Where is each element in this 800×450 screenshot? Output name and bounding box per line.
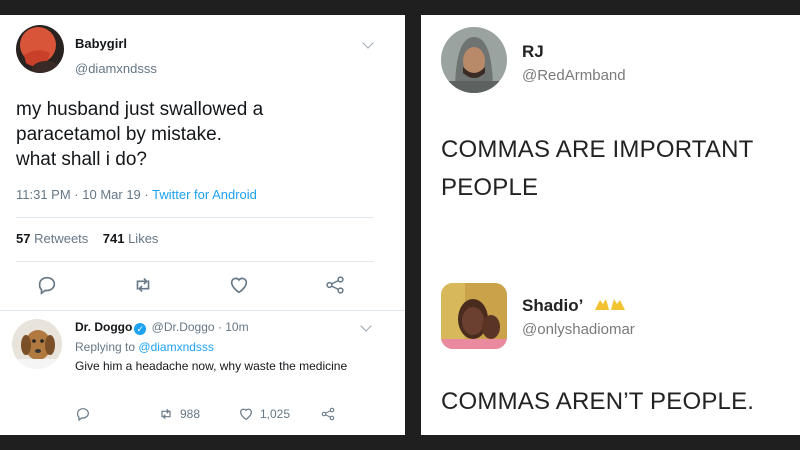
replying-to: Replying to @diamxndsss [75,340,214,354]
reply-icon[interactable] [36,274,58,296]
likes-stat[interactable]: 741 Likes [103,231,159,246]
reply-text: Give him a headache now, why waste the m… [75,359,348,373]
tweet-source[interactable]: Twitter for Android [152,187,257,202]
reply-share-button[interactable] [320,405,336,423]
left-screenshot-panel: Babygirl @diamxndsss my husband just swa… [0,15,405,435]
reply-like-button[interactable]: 1,025 [238,405,290,423]
tweet-text-line: COMMAS ARE IMPORTANT [441,136,754,163]
babygirl-avatar[interactable] [16,25,64,73]
reply-icon [77,408,89,422]
author-handle[interactable]: @diamxndsss [75,61,157,76]
retweet-icon [161,408,171,420]
reply-author-name[interactable]: Dr. Doggo [75,320,132,334]
divider [0,310,405,311]
retweets-stat[interactable]: 57 Retweets [16,231,88,246]
share-icon[interactable] [324,274,346,296]
tweet-text-line: my husband just swallowed a [16,99,264,120]
tweet-meta: 11:31 PM · 10 Mar 19 · Twitter for Andro… [16,187,257,202]
tweet-text-line: PEOPLE [441,174,539,201]
shadio-author-line: Shadio’ [522,296,627,317]
like-icon[interactable] [228,274,250,296]
like-icon [240,408,252,421]
rj-author-name[interactable]: RJ [522,42,544,62]
shadio-tweet-text: COMMAS AREN’T PEOPLE. [441,388,755,415]
retweet-icon[interactable] [132,274,154,296]
reply-author-handle[interactable]: @Dr.Doggo [152,320,215,334]
tweet-stats: 57 Retweets 741 Likes [16,231,158,246]
shadio-avatar[interactable] [441,283,507,349]
reply-retweet-button[interactable]: 988 [158,405,200,423]
verified-icon: ✓ [134,323,147,335]
divider [16,261,374,262]
tweet-text-line: paracetamol by mistake. [16,124,222,145]
right-screenshot-panel: RJ @RedArmband COMMAS ARE IMPORTANT PEOP… [421,15,800,435]
reply-reply-button[interactable] [75,405,91,423]
raised-hands-emoji [593,296,627,317]
chevron-down-icon[interactable] [362,37,374,49]
replying-to-handle[interactable]: @diamxndsss [138,340,214,354]
shadio-author-handle[interactable]: @onlyshadiomar [522,321,635,338]
reply-retweet-count: 988 [180,407,201,421]
dr-doggo-avatar[interactable] [12,319,62,369]
reply-author-line: Dr. Doggo ✓ @Dr.Doggo · 10m [75,320,249,335]
tweet-text-line: what shall i do? [16,149,147,170]
rj-avatar[interactable] [441,27,507,93]
rj-author-handle[interactable]: @RedArmband [522,67,626,84]
reply-like-count: 1,025 [260,407,291,421]
tweet-time: 11:31 PM [16,187,71,202]
shadio-author-name[interactable]: Shadio’ [522,296,582,315]
share-icon [321,407,335,421]
chevron-down-icon[interactable] [360,320,372,332]
author-name[interactable]: Babygirl [75,36,127,51]
divider [16,217,374,218]
reply-age: 10m [225,320,249,334]
tweet-date: 10 Mar 19 [82,187,141,202]
rj-tweet-text: COMMAS ARE IMPORTANT PEOPLE [441,133,753,204]
tweet-text: my husband just swallowed a paracetamol … [16,97,263,172]
